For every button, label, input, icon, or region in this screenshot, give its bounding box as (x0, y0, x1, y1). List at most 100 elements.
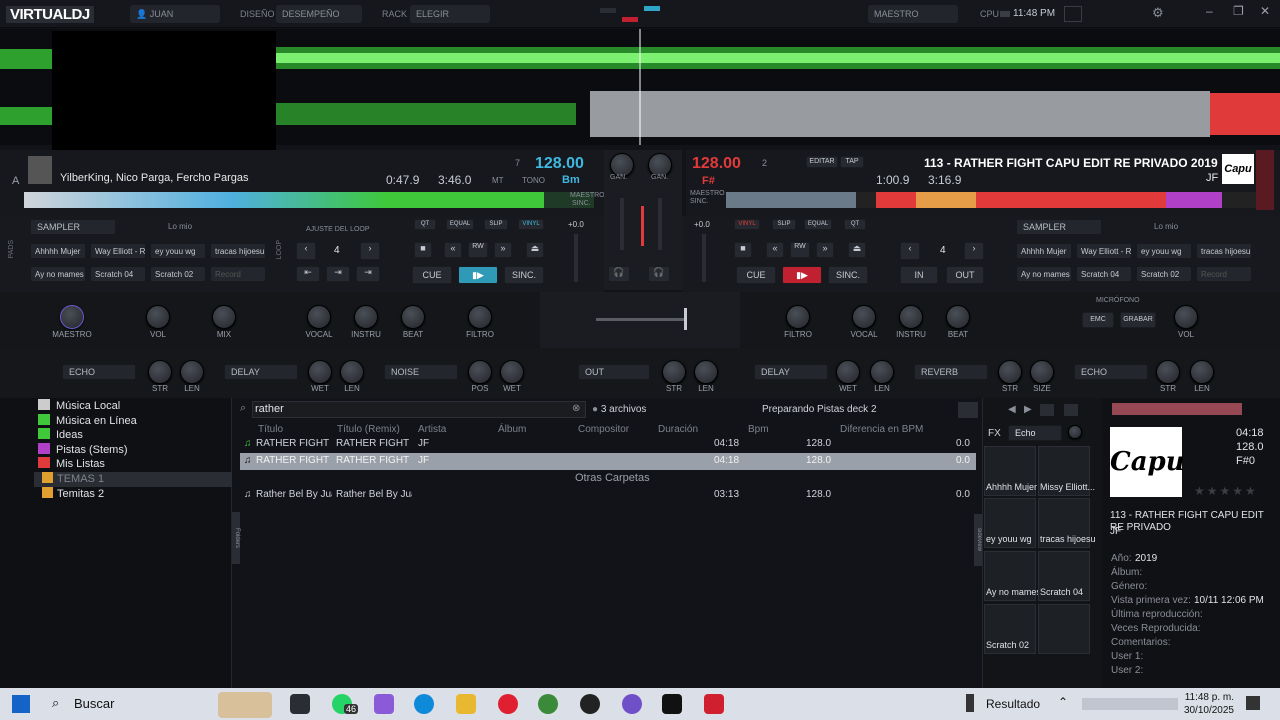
instru-knob-left[interactable] (354, 305, 378, 329)
tree-item-musica-local[interactable]: Música Local (38, 399, 120, 414)
fx-a-len-knob[interactable] (180, 360, 204, 384)
tree-item-musica-en-linea[interactable]: Música en Línea (38, 414, 137, 429)
deck-a-sync-button[interactable]: SINC. (504, 266, 544, 284)
beat-knob-right[interactable] (946, 305, 970, 329)
fx-a-3-select[interactable]: NOISE (384, 364, 458, 380)
tree-item-temas-1[interactable]: TEMAS 1 (42, 472, 104, 487)
deck-a-sampler-select[interactable]: SAMPLER (30, 219, 116, 235)
copilot-icon[interactable] (374, 694, 394, 714)
deck-b-overview[interactable] (726, 192, 1256, 208)
instru-knob-right[interactable] (899, 305, 923, 329)
tree-item-mis-listas[interactable]: Mis Listas (38, 457, 105, 472)
deck-a-slip-button[interactable]: SLIP (484, 219, 508, 230)
task-view-icon[interactable] (290, 694, 310, 714)
deck-a-loop-button[interactable]: ⇥ (326, 266, 350, 282)
deck-a-pad-6[interactable]: Scratch 04 (90, 266, 146, 282)
deck-b-equal-button[interactable]: EQUAL (804, 219, 832, 230)
col-title[interactable]: Título (258, 424, 283, 435)
deck-b-edit-button[interactable]: EDITAR (806, 156, 838, 168)
deck-a-vinyl-button[interactable]: VINYL (518, 219, 544, 230)
rack-select[interactable]: ELEGIR (410, 5, 490, 23)
deck-a-loop-next-button[interactable]: › (360, 242, 380, 260)
messenger-icon[interactable] (622, 694, 642, 714)
fx-b-2-select[interactable]: REVERB (914, 364, 988, 380)
deck-b-cue-button[interactable]: CUE (736, 266, 776, 284)
deck-a-tono[interactable]: TONO (522, 176, 545, 185)
deck-a-fwd-button[interactable]: » (494, 242, 512, 258)
deck-a-pad-4[interactable]: tracas hijoesu (210, 243, 266, 259)
deck-a-overview[interactable] (24, 192, 594, 208)
deck-b-slip-button[interactable]: SLIP (772, 219, 796, 230)
search-clear-icon[interactable]: ⊗ (572, 403, 580, 414)
fx-b-wet-knob[interactable] (836, 360, 860, 384)
app-icon[interactable] (580, 694, 600, 714)
deck-b-pad-5[interactable]: Ay no mames (1016, 266, 1072, 282)
filter-knob-right[interactable] (786, 305, 810, 329)
deck-b-play-button[interactable]: ▮▶ (782, 266, 822, 284)
windows-start-icon[interactable] (12, 695, 30, 713)
vocal-knob-left[interactable] (307, 305, 331, 329)
virtualdj-taskbar-icon[interactable] (704, 694, 724, 714)
deck-b-rw-button[interactable]: RW (790, 242, 810, 258)
deck-b-pad-2[interactable]: Way Elliott - Ro... (1076, 243, 1132, 259)
col-composer[interactable]: Compositor (578, 424, 629, 435)
file-explorer-icon[interactable] (456, 694, 476, 714)
rating-stars-icon[interactable]: ★★★★★ (1194, 484, 1258, 498)
system-tray-icons[interactable] (1082, 698, 1178, 710)
taskbar-widget-icon[interactable] (218, 692, 272, 718)
deck-a-pad-3[interactable]: ey youu wg (150, 243, 206, 259)
deck-b-loop-next-button[interactable]: › (964, 242, 984, 260)
user-box[interactable]: 👤 JUAN (130, 5, 220, 23)
deck-b-pad-bank[interactable]: Lo mio (1154, 222, 1178, 231)
folders-tab[interactable]: Folders (232, 512, 240, 564)
fx-a-wet-knob[interactable] (308, 360, 332, 384)
vol-knob-left[interactable] (146, 305, 170, 329)
panel-grid-icon[interactable] (1064, 404, 1078, 416)
deck-b-side-tab[interactable] (1256, 150, 1274, 210)
deck-a-stop-button[interactable]: ■ (414, 242, 432, 258)
fx-a-len2-knob[interactable] (340, 360, 364, 384)
table-row-selected[interactable]: ♫ RATHER FIGHT CAPU EDIT R... RATHER FIG… (240, 453, 976, 470)
table-row[interactable]: ♫ Rather Bel By Juan... Rather Bel By Ju… (240, 487, 976, 504)
col-duration[interactable]: Duración (658, 424, 698, 435)
volume-right-fader[interactable] (658, 198, 662, 250)
vocal-knob-right[interactable] (852, 305, 876, 329)
fx-b-str2-knob[interactable] (1156, 360, 1180, 384)
master-fx-len-knob[interactable] (694, 360, 718, 384)
taskbar-search-icon[interactable]: ⌕ (52, 695, 59, 711)
col-remix[interactable]: Título (Remix) (337, 424, 400, 435)
col-bpm-diff[interactable]: Diferencia en BPM (840, 424, 923, 435)
deck-a-mt[interactable]: MT (492, 176, 504, 185)
deck-a-cue-button[interactable]: CUE (412, 266, 452, 284)
deck-a-pad-1[interactable]: Ahhhh Mujer (30, 243, 86, 259)
fx-b-len-knob[interactable] (870, 360, 894, 384)
mix-knob[interactable] (212, 305, 236, 329)
deck-a-pitch-slider[interactable] (574, 234, 578, 282)
fx-b-size-knob[interactable] (1030, 360, 1054, 384)
deck-a-qt-button[interactable]: QT (414, 219, 436, 230)
edge-icon[interactable] (414, 694, 434, 714)
deck-b-back-button[interactable]: « (766, 242, 784, 258)
deck-b-loop-prev-button[interactable]: ‹ (900, 242, 920, 260)
deck-b-pad-4[interactable]: tracas hijoesu (1196, 243, 1252, 259)
col-artist[interactable]: Artista (418, 424, 446, 435)
crossfader[interactable] (596, 318, 684, 321)
deck-a-pad-5[interactable]: Ay no mames (30, 266, 86, 282)
close-icon[interactable]: ✕ (1260, 4, 1270, 18)
tray-chevron-icon[interactable]: ⌃ (1058, 695, 1068, 709)
deck-b-tap-button[interactable]: TAP (840, 156, 864, 168)
settings-gear-icon[interactable]: ⚙ (1152, 5, 1164, 21)
crossfader-handle[interactable] (684, 308, 687, 330)
deck-b-sampler-select[interactable]: SAMPLER (1016, 219, 1102, 235)
fx-b-1-select[interactable]: DELAY (754, 364, 828, 380)
deck-a-play-button[interactable]: ▮▶ (458, 266, 498, 284)
deck-a-pad-bank[interactable]: Lo mio (168, 222, 192, 231)
deck-b-loop-in-button[interactable]: IN (900, 266, 938, 284)
fx-knob[interactable] (1068, 425, 1082, 439)
fx-b-3-select[interactable]: ECHO (1074, 364, 1148, 380)
deck-a-rw-button[interactable]: RW (468, 242, 488, 258)
deck-a-back-button[interactable]: « (444, 242, 462, 258)
deck-a-pad-2[interactable]: Way Elliott - Ro... (90, 243, 146, 259)
opera-icon[interactable] (498, 694, 518, 714)
chrome-icon[interactable] (538, 694, 558, 714)
